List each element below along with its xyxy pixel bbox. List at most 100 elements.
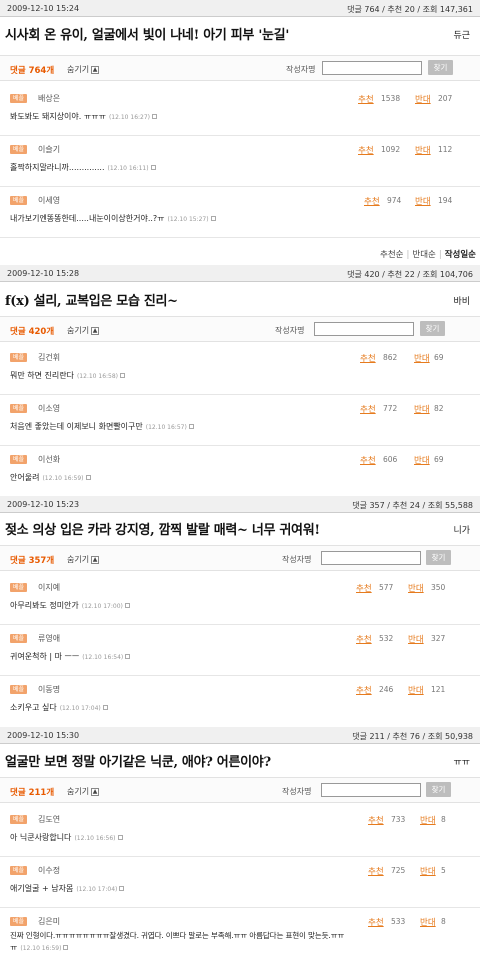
recommend-button[interactable]: 추천 [364,195,380,207]
comment-author[interactable]: 이소영 [38,403,60,414]
oppose-button[interactable]: 반대 [414,454,430,466]
comment-count: 댓글 764개 [10,66,55,76]
comment-author[interactable]: 류영애 [38,633,60,644]
sort-by-recommend[interactable]: 추천순 [380,250,403,260]
comment-author[interactable]: 이동명 [38,684,60,695]
author-search-input[interactable] [322,61,422,75]
comment-item: 베플 이세영 내가보기엔똥똥한데.....내눈이이상한거야..?ㅠ (12.10 … [0,188,480,238]
hide-toggle[interactable]: 숨기기 ▲ [67,554,100,565]
lock-icon [150,165,156,170]
oppose-button[interactable]: 반대 [420,916,436,928]
comment-item: 베플 김도연 아 닉쿤사랑합니다 (12.10 16:56) 추천 733 반대 … [0,807,480,857]
hide-toggle[interactable]: 숨기기 ▲ [67,325,100,336]
sort-by-date[interactable]: 작성일순 [445,250,476,260]
search-button[interactable]: 찾기 [426,782,451,797]
oppose-button[interactable]: 반대 [415,144,431,156]
recommend-count: 1092 [381,145,401,154]
oppose-button[interactable]: 반대 [408,633,424,645]
comment-time: (12.10 16:54) [82,654,124,661]
recommend-count: 772 [383,404,398,413]
comment-text: 처음엔 좋았는데 이제보니 화면빨이구만 (12.10 16:57) [10,421,194,432]
comment-author[interactable]: 이선화 [38,454,60,465]
recommend-count: 974 [387,196,402,205]
recommend-button[interactable]: 추천 [368,865,384,877]
oppose-button[interactable]: 반대 [408,684,424,696]
recommend-button[interactable]: 추천 [356,633,372,645]
search-button[interactable]: 찾기 [426,550,451,565]
recommend-button[interactable]: 추천 [360,352,376,364]
sort-by-oppose[interactable]: 반대순 [412,250,435,260]
oppose-button[interactable]: 반대 [420,814,436,826]
comment-author[interactable]: 이슬기 [38,144,60,155]
author-search-input[interactable] [314,322,414,336]
hide-toggle[interactable]: 숨기기 ▲ [67,64,100,75]
recommend-count: 733 [391,815,406,824]
comment-author[interactable]: 배상은 [38,93,60,104]
comment-author[interactable]: 이수정 [38,865,60,876]
recommend-button[interactable]: 추천 [356,582,372,594]
comment-item: 베플 김건휘 뭐만 하면 진리란다 (12.10 16:58) 추천 862 반대… [0,345,480,395]
lock-icon [119,886,125,891]
oppose-count: 5 [441,866,446,875]
oppose-button[interactable]: 반대 [420,865,436,877]
comment-text: 귀여운척하 | 마 ㅡㅡ (12.10 16:54) [10,651,131,662]
best-badge: 베플 [10,455,28,464]
author-search-input[interactable] [321,783,421,797]
post-title[interactable]: 젖소 의상 입은 카라 강지영, 깜찍 발랄 매력~ 너무 귀여워! [5,519,320,538]
post-header: 2009-12-10 15:23 댓글 357 / 추천 24 / 조회 55,… [0,496,480,513]
post-source: ㅠㅠ [453,758,470,768]
oppose-button[interactable]: 반대 [414,352,430,364]
comment-time: (12.10 16:57) [145,424,187,431]
comment-time: (12.10 15:27) [167,216,209,223]
recommend-count: 532 [379,634,394,643]
comment-item: 베플 이수정 애기얼굴 + 남자몸 (12.10 17:04) 추천 725 반대… [0,858,480,908]
search-button[interactable]: 찾기 [428,60,453,75]
comment-time: (12.10 16:11) [107,165,149,172]
recommend-button[interactable]: 추천 [358,144,374,156]
comment-body: 내가보기엔똥똥한데.....내눈이이상한거야..?ㅠ [10,214,165,223]
oppose-count: 8 [441,815,446,824]
comment-author[interactable]: 김건휘 [38,352,60,363]
recommend-button[interactable]: 추천 [368,814,384,826]
recommend-button[interactable]: 추천 [360,454,376,466]
comment-body: 소키우고 싶다 [10,703,57,712]
comment-item: 베플 김은미 진짜 인형이다.ㅠㅠㅠㅠㅠㅠㅠㅠ잘생겼다. 귀엽다. 이쁘다 말로… [0,909,480,963]
oppose-button[interactable]: 반대 [415,195,431,207]
hide-label: 숨기기 [67,555,90,564]
recommend-count: 725 [391,866,406,875]
comment-author[interactable]: 이지예 [38,582,60,593]
comment-text: 안어울려 (12.10 16:59) [10,472,91,483]
recommend-count: 577 [379,583,394,592]
oppose-count: 69 [434,353,444,362]
oppose-count: 207 [438,94,453,103]
oppose-button[interactable]: 반대 [414,403,430,415]
oppose-button[interactable]: 반대 [408,582,424,594]
author-search-input[interactable] [321,551,421,565]
comment-author[interactable]: 이세영 [38,195,60,206]
hide-toggle[interactable]: 숨기기 ▲ [67,786,100,797]
post-header: 2009-12-10 15:24 댓글 764 / 추천 20 / 조회 147… [0,0,480,17]
comment-body: 홀짝하지말라니까.............. [10,163,105,172]
post-title[interactable]: 얼굴만 보면 정말 아기같은 닉쿤, 애야? 어른이야? [5,751,271,770]
oppose-button[interactable]: 반대 [415,93,431,105]
post-title[interactable]: f(x) 설리, 교복입은 모습 진리~ [5,290,178,309]
comment-text: 진짜 인형이다.ㅠㅠㅠㅠㅠㅠㅠㅠ잘생겼다. 귀엽다. 이쁘다 말로는 부족해.ㅠ… [10,931,345,940]
recommend-button[interactable]: 추천 [356,684,372,696]
comment-text: 봐도봐도 돼지상이야. ㅠㅠㅠ (12.10 16:27) [10,111,158,122]
post-stats: 댓글 764 / 추천 20 / 조회 147,361 [347,5,473,14]
search-button[interactable]: 찾기 [420,321,445,336]
recommend-button[interactable]: 추천 [368,916,384,928]
comment-author[interactable]: 김은미 [38,916,60,927]
oppose-count: 69 [434,455,444,464]
comment-item: 베플 배상은 봐도봐도 돼지상이야. ㅠㅠㅠ (12.10 16:27) 추천 1… [0,86,480,136]
recommend-button[interactable]: 추천 [360,403,376,415]
comment-author[interactable]: 김도연 [38,814,60,825]
comment-item: 베플 이동명 소키우고 싶다 (12.10 17:04) 추천 246 반대 12… [0,677,480,727]
oppose-count: 112 [438,145,453,154]
best-badge: 베플 [10,634,28,643]
recommend-button[interactable]: 추천 [358,93,374,105]
comment-time: (12.10 17:04) [59,705,101,712]
comment-bar: 댓글 357개 숨기기 ▲ 작성자명 찾기 [0,545,480,571]
post-title[interactable]: 시사회 온 유이, 얼굴에서 빛이 나네! 아기 피부 '눈길' [5,24,289,43]
post-date: 2009-12-10 15:24 [7,4,80,13]
